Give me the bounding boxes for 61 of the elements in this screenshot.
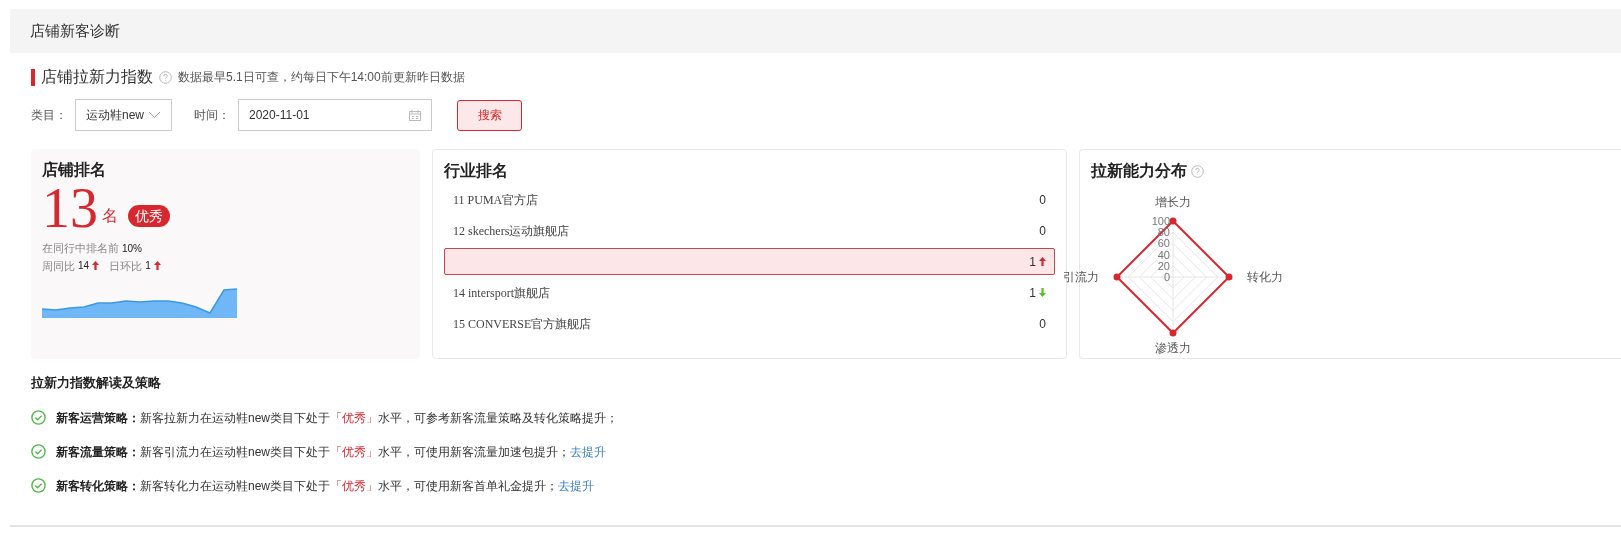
- rating-badge: 优秀: [128, 205, 170, 227]
- store-name: 14 intersport旗舰店: [453, 284, 550, 302]
- improve-link[interactable]: 去提升: [558, 478, 594, 493]
- rank-change: 0: [1039, 315, 1046, 333]
- date-field[interactable]: 2020-11-01: [238, 99, 432, 131]
- axis-label: 引流力: [1063, 270, 1099, 284]
- section-note: 数据最早5.1日可查，约每日下午14:00前更新昨日数据: [178, 69, 465, 86]
- help-icon: [1191, 164, 1204, 178]
- search-button[interactable]: 搜索: [457, 99, 522, 131]
- tick-label: 60: [1156, 238, 1170, 250]
- radar-point: [1169, 217, 1177, 225]
- change-label: 周同比: [42, 258, 75, 274]
- strategy-text: 新客运营策略：新客拉新力在运动鞋new类目下处于「优秀」水平，可参考新客流量策略及转化策略提升；: [56, 409, 618, 427]
- category-select[interactable]: 运动鞋new: [75, 99, 172, 131]
- strategy-text: 新客转化策略：新客转化力在运动鞋new类目下处于「优秀」水平，可使用新客首单礼金提升；去提升: [56, 477, 594, 495]
- radar-point: [1113, 273, 1121, 281]
- improve-link[interactable]: 去提升: [570, 444, 606, 459]
- percentile-value: 10%: [122, 241, 142, 256]
- tick-label: 100: [1150, 216, 1170, 227]
- ranking-row[interactable]: 15 CONVERSE官方旗舰店 0: [444, 310, 1055, 337]
- rank-change: 0: [1039, 191, 1046, 209]
- ranking-row[interactable]: 11 PUMA官方店 0: [444, 186, 1055, 213]
- card-title: 店铺排名: [42, 160, 107, 180]
- tick-label: 20: [1156, 260, 1170, 272]
- store-name: 11 PUMA官方店: [453, 191, 539, 209]
- radar-point: [1169, 329, 1177, 337]
- accent-bar: [31, 68, 35, 86]
- tick-label: 0: [1162, 272, 1170, 283]
- ranking-row[interactable]: 1: [444, 248, 1055, 275]
- store-name: 12 skechers运动旗舰店: [453, 222, 570, 240]
- section-title: 店铺拉新力指数: [41, 67, 153, 87]
- strategy-text: 新客流量策略：新客引流力在运动鞋new类目下处于「优秀」水平，可使用新客流量加速包提升；去提升: [56, 443, 606, 461]
- card-title: 行业排名: [444, 161, 509, 181]
- check-circle-icon: [31, 444, 46, 459]
- panel-title: 店铺新客诊断: [30, 20, 120, 41]
- rank-change: 0: [1039, 222, 1046, 240]
- rank-unit: 名: [102, 206, 118, 226]
- ranking-row[interactable]: 14 intersport旗舰店 1: [444, 279, 1055, 306]
- rank-change: 1: [1029, 284, 1036, 302]
- percentile-label: 在同行中排名前: [42, 241, 119, 256]
- rank-number: 13: [42, 180, 98, 236]
- ranking-row[interactable]: 12 skechers运动旗舰店 0: [444, 217, 1055, 244]
- axis-label: 增长力: [1155, 195, 1191, 209]
- check-circle-icon: [31, 478, 46, 493]
- calendar-icon: [409, 109, 421, 121]
- axis-label: 转化力: [1247, 270, 1283, 284]
- card-title: 拉新能力分布: [1091, 161, 1187, 181]
- change-label: 日环比: [109, 258, 143, 274]
- rank-change: 1: [1029, 253, 1036, 271]
- tick-label: 40: [1156, 249, 1170, 261]
- help-icon: [159, 70, 172, 84]
- strategy-title: 拉新力指数解读及策略: [31, 374, 162, 392]
- filter-label: 时间：: [194, 107, 230, 124]
- check-circle-icon: [31, 410, 46, 425]
- store-name: 15 CONVERSE官方旗舰店: [453, 315, 592, 333]
- chevron-down-icon: [148, 111, 161, 119]
- axis-label: 渗透力: [1155, 341, 1191, 355]
- change-value: 14: [78, 259, 90, 274]
- radar-point: [1225, 273, 1233, 281]
- change-value: 1: [145, 259, 151, 274]
- filter-label: 类目：: [31, 107, 67, 124]
